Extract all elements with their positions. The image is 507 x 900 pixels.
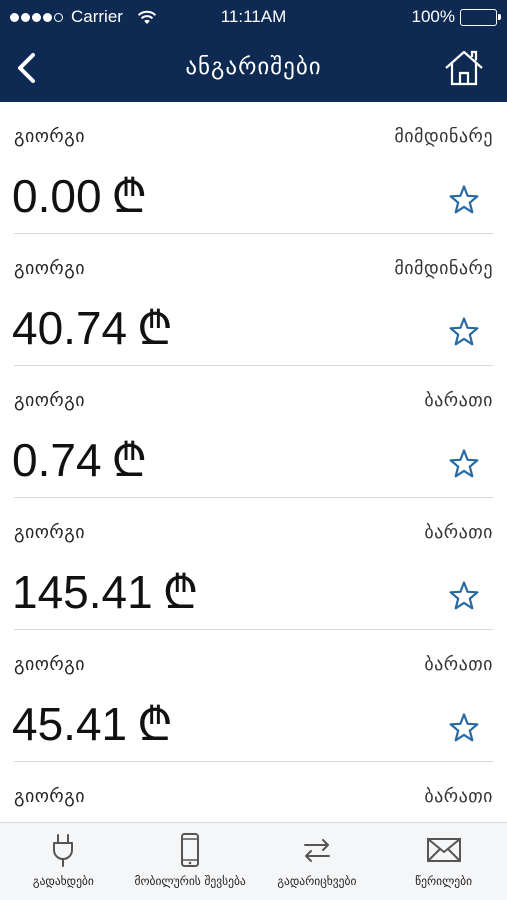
accounts-list: გიორგი მიმდინარე 0.00 ₾ გიორგი მიმდინარე … <box>0 102 507 822</box>
account-row[interactable]: გიორგი ბარათი <box>0 762 507 822</box>
account-owner: გიორგი <box>14 654 86 675</box>
account-balance: 0.74 ₾ <box>12 428 147 490</box>
account-row[interactable]: გიორგი ბარათი 145.41 ₾ <box>0 498 507 630</box>
currency-symbol: ₾ <box>137 302 173 354</box>
balance-amount: 145.41 <box>12 566 153 618</box>
transfer-arrows-icon <box>303 839 330 862</box>
account-row[interactable]: გიორგი ბარათი 0.74 ₾ <box>0 366 507 498</box>
status-bar: Carrier 11:11AM 100% <box>0 0 507 34</box>
account-owner: გიორგი <box>14 390 86 411</box>
account-balance: 145.41 ₾ <box>12 560 198 622</box>
tab-label: მობილურის შევსება <box>134 874 246 888</box>
account-owner: გიორგი <box>14 522 86 543</box>
currency-symbol: ₾ <box>111 170 147 222</box>
battery-info: 100% <box>411 7 501 27</box>
signal-strength-icon <box>10 12 65 22</box>
favorite-star-icon[interactable] <box>448 448 480 480</box>
favorite-star-icon[interactable] <box>448 184 480 216</box>
tab-mobile-topup[interactable]: მობილურის შევსება <box>127 823 254 900</box>
tab-label: გადახდები <box>32 874 94 888</box>
account-type: მიმდინარე <box>394 126 493 147</box>
tab-label: გადარიცხვები <box>277 874 357 888</box>
account-balance: 40.74 ₾ <box>12 296 173 358</box>
balance-amount: 0.74 <box>12 434 102 486</box>
navigation-bar: ანგარიშები <box>0 34 507 102</box>
currency-symbol: ₾ <box>111 434 147 486</box>
wifi-icon <box>137 10 157 24</box>
currency-symbol: ₾ <box>162 566 199 618</box>
favorite-star-icon[interactable] <box>448 580 480 612</box>
currency-symbol: ₾ <box>137 698 173 750</box>
account-owner: გიორგი <box>14 786 86 807</box>
back-chevron-icon[interactable] <box>12 52 42 84</box>
account-row[interactable]: გიორგი ბარათი 45.41 ₾ <box>0 630 507 762</box>
account-row[interactable]: გიორგი მიმდინარე 40.74 ₾ <box>0 234 507 366</box>
page-title: ანგარიშები <box>185 54 322 80</box>
balance-amount: 0.00 <box>12 170 102 222</box>
account-type: ბარათი <box>424 654 493 675</box>
envelope-icon <box>426 838 461 862</box>
account-owner: გიორგი <box>14 126 86 147</box>
bottom-tab-bar: გადახდები მობილურის შევსება გადარიცხვები… <box>0 822 507 900</box>
favorite-star-icon[interactable] <box>448 712 480 744</box>
carrier-info: Carrier <box>10 7 157 27</box>
balance-amount: 45.41 <box>12 698 128 750</box>
account-owner: გიორგი <box>14 258 86 279</box>
account-balance: 45.41 ₾ <box>12 692 173 754</box>
carrier-name: Carrier <box>71 7 123 26</box>
plug-icon <box>53 834 74 867</box>
balance-amount: 40.74 <box>12 302 128 354</box>
account-type: მიმდინარე <box>394 258 493 279</box>
battery-icon <box>460 8 501 26</box>
tab-transfers[interactable]: გადარიცხვები <box>254 823 381 900</box>
tab-messages[interactable]: წერილები <box>380 823 507 900</box>
account-type: ბარათი <box>424 786 493 807</box>
account-type: ბარათი <box>424 390 493 411</box>
home-icon[interactable] <box>443 48 485 88</box>
mobile-phone-icon <box>181 833 200 867</box>
tab-payments[interactable]: გადახდები <box>0 823 127 900</box>
account-balance: 0.00 ₾ <box>12 164 147 226</box>
battery-percent: 100% <box>411 7 455 26</box>
tab-label: წერილები <box>415 874 473 888</box>
account-type: ბარათი <box>424 522 493 543</box>
favorite-star-icon[interactable] <box>448 316 480 348</box>
account-row[interactable]: გიორგი მიმდინარე 0.00 ₾ <box>0 102 507 234</box>
